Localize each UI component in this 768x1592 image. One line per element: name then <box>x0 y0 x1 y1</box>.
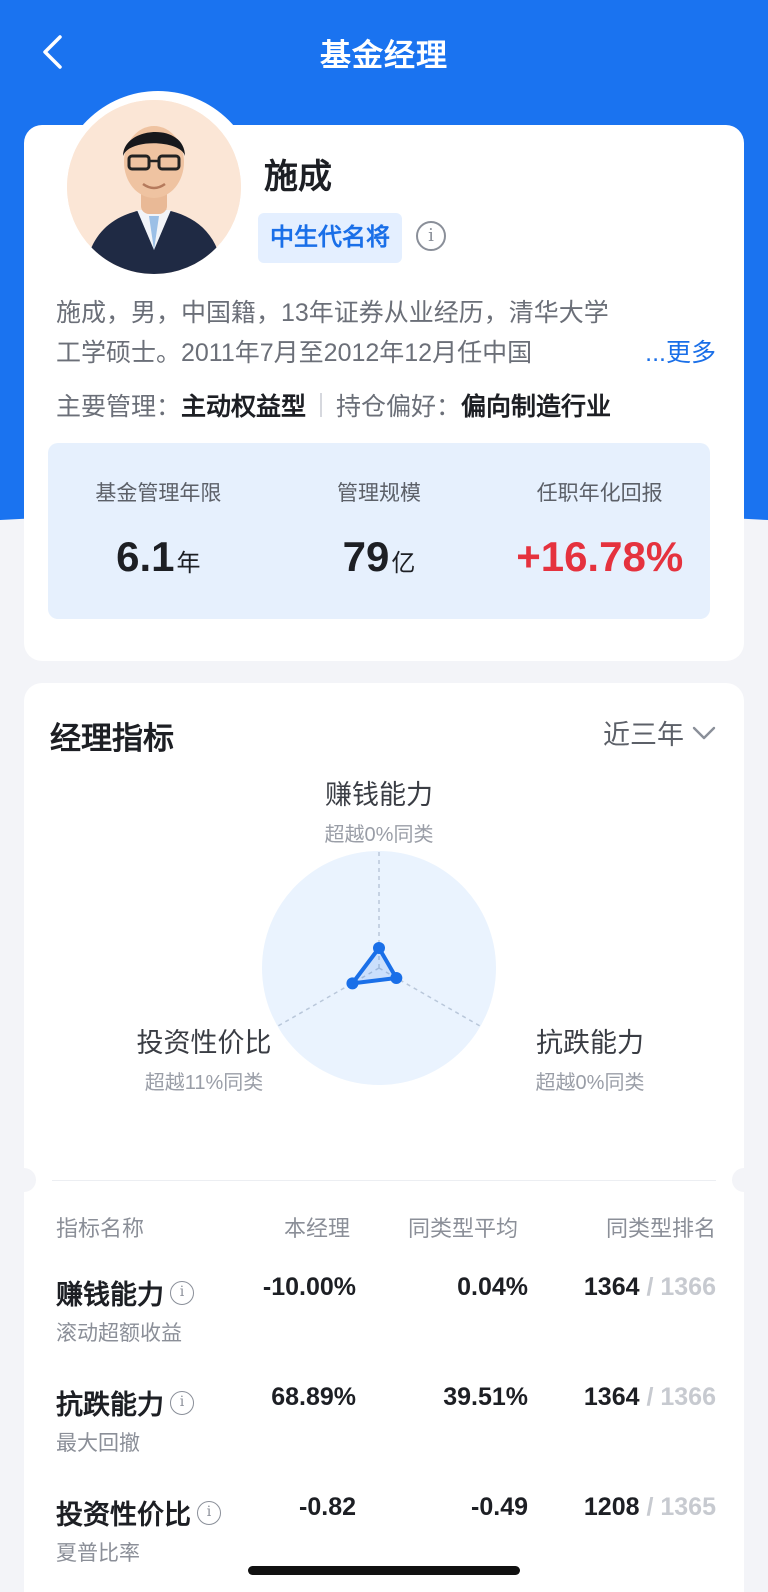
radar-label-earning: 赚钱能力 超越0%同类 <box>269 773 489 847</box>
period-dropdown[interactable]: 近三年 <box>603 713 716 752</box>
radar-label-sub: 超越0%同类 <box>535 1072 645 1094</box>
page-title: 基金经理 <box>320 38 448 73</box>
holding-pref-value: 偏向制造行业 <box>461 393 612 421</box>
metric-name-text: 投资性价比 <box>56 1500 191 1530</box>
rank-total: / 1366 <box>646 1383 716 1411</box>
radar-point-value <box>346 977 359 990</box>
nav-bar: 基金经理 <box>0 0 768 104</box>
main-mgmt-label: 主要管理： <box>56 393 182 421</box>
metric-name-text: 抗跌能力 <box>56 1390 164 1420</box>
card-notch-right <box>732 1168 756 1192</box>
stat-value: 6.1年 <box>48 533 269 581</box>
bio-line-text: 工学硕士。2011年7月至2012年12月任中国 <box>56 339 533 367</box>
period-value: 近三年 <box>603 720 684 750</box>
radar-point-drawdown <box>390 972 403 984</box>
manager-name: 施成 <box>264 158 332 196</box>
info-icon[interactable]: i <box>416 221 446 251</box>
stat-value: +16.78% <box>516 533 684 580</box>
radar-label-name: 抗跌能力 <box>536 1028 644 1058</box>
stat-aum: 管理规模 79亿 <box>269 443 490 619</box>
stat-unit: 年 <box>176 550 201 577</box>
radar-point-earning <box>373 942 385 954</box>
bio-line: 施成，男，中国籍，13年证券从业经历，清华大学 <box>56 299 609 327</box>
manager-metrics-card: 经理指标 近三年 赚钱能力 超越0%同类 抗跌能力 超越0%同类 投资性价比 超… <box>12 683 756 1592</box>
col-header-avg: 同类型平均 <box>408 1216 519 1241</box>
rank-total: / 1365 <box>646 1493 716 1521</box>
metric-avg: -0.49 <box>471 1493 528 1521</box>
stat-number: 6.1 <box>116 533 175 580</box>
rank-total: / 1366 <box>646 1273 716 1301</box>
stat-label: 基金管理年限 <box>95 482 222 505</box>
metric-sub: 滚动超额收益 <box>56 1322 182 1345</box>
divider <box>52 1180 716 1181</box>
stat-value: 79亿 <box>269 533 490 581</box>
metric-sub: 夏普比率 <box>56 1542 140 1565</box>
stat-tenure: 基金管理年限 6.1年 <box>48 443 269 619</box>
radar-label-name: 投资性价比 <box>136 1028 272 1058</box>
metric-name: 赚钱能力 i <box>56 1273 194 1312</box>
radar-label-name: 赚钱能力 <box>325 780 433 810</box>
metric-sub: 最大回撤 <box>56 1432 140 1455</box>
table-row[interactable]: 赚钱能力 i 滚动超额收益 -10.00% 0.04% 1364 / 1366 <box>56 1273 716 1363</box>
metric-mine: -10.00% <box>262 1273 356 1301</box>
manager-tag-badge: 中生代名将 <box>258 213 402 263</box>
info-icon[interactable]: i <box>170 1280 194 1305</box>
col-header-mine: 本经理 <box>284 1216 351 1241</box>
rank-value: 1364 <box>583 1273 640 1301</box>
metric-avg: 0.04% <box>457 1273 528 1301</box>
stat-annual-return: 任职年化回报 +16.78% <box>489 443 710 619</box>
stat-label: 任职年化回报 <box>536 482 663 505</box>
manager-portrait-icon <box>67 100 241 274</box>
radar-label-sub: 超越0%同类 <box>324 824 434 846</box>
manager-bio: 施成，男，中国籍，13年证券从业经历，清华大学 工学硕士。2011年7月至201… <box>56 293 716 373</box>
metric-rank: 1364 / 1366 <box>584 1273 716 1302</box>
col-header-name: 指标名称 <box>56 1216 145 1241</box>
rank-value: 1208 <box>583 1493 640 1521</box>
stat-unit: 亿 <box>391 550 416 577</box>
avatar-ring <box>58 91 258 291</box>
manager-profile-card: 施成 中生代名将 i 施成，男，中国籍，13年证券从业经历，清华大学 工学硕士。… <box>24 91 744 661</box>
holding-pref-label: 持仓偏好： <box>336 393 462 421</box>
more-link[interactable]: ...更多 <box>645 333 716 373</box>
metric-rank: 1364 / 1366 <box>584 1383 716 1412</box>
table-row[interactable]: 抗跌能力 i 最大回撤 68.89% 39.51% 1364 / 1366 <box>56 1383 716 1473</box>
bio-line: 工学硕士。2011年7月至2012年12月任中国 ...更多 <box>56 333 716 373</box>
manager-preferences: 主要管理： 主动权益型 持仓偏好： 偏向制造行业 <box>56 387 611 423</box>
rank-value: 1364 <box>583 1383 640 1411</box>
chevron-down-icon <box>692 726 716 739</box>
metric-name-text: 赚钱能力 <box>56 1280 164 1310</box>
radar-label-value: 投资性价比 超越11%同类 <box>94 1021 314 1095</box>
home-indicator[interactable] <box>248 1566 520 1575</box>
manager-stats: 基金管理年限 6.1年 管理规模 79亿 任职年化回报 +16.78% <box>48 443 710 619</box>
metric-mine: -0.82 <box>299 1493 356 1521</box>
section-title: 经理指标 <box>50 721 174 756</box>
stat-label: 管理规模 <box>337 482 421 505</box>
avatar <box>67 100 241 274</box>
card-notch-left <box>12 1168 36 1192</box>
metric-avg: 39.51% <box>443 1383 528 1411</box>
divider <box>320 393 323 417</box>
radar-label-drawdown: 抗跌能力 超越0%同类 <box>480 1021 700 1095</box>
metric-rank: 1208 / 1365 <box>584 1493 716 1522</box>
info-icon[interactable]: i <box>197 1500 221 1525</box>
col-header-rank: 同类型排名 <box>605 1216 716 1241</box>
main-mgmt-value: 主动权益型 <box>181 393 307 421</box>
metric-name: 抗跌能力 i <box>56 1383 194 1422</box>
radar-label-sub: 超越11%同类 <box>144 1072 264 1094</box>
radar-chart: 赚钱能力 超越0%同类 抗跌能力 超越0%同类 投资性价比 超越11%同类 <box>24 763 744 1153</box>
metric-name: 投资性价比 i <box>56 1493 221 1532</box>
info-icon[interactable]: i <box>170 1390 194 1415</box>
stat-number: 79 <box>342 533 390 580</box>
metric-mine: 68.89% <box>271 1383 356 1411</box>
